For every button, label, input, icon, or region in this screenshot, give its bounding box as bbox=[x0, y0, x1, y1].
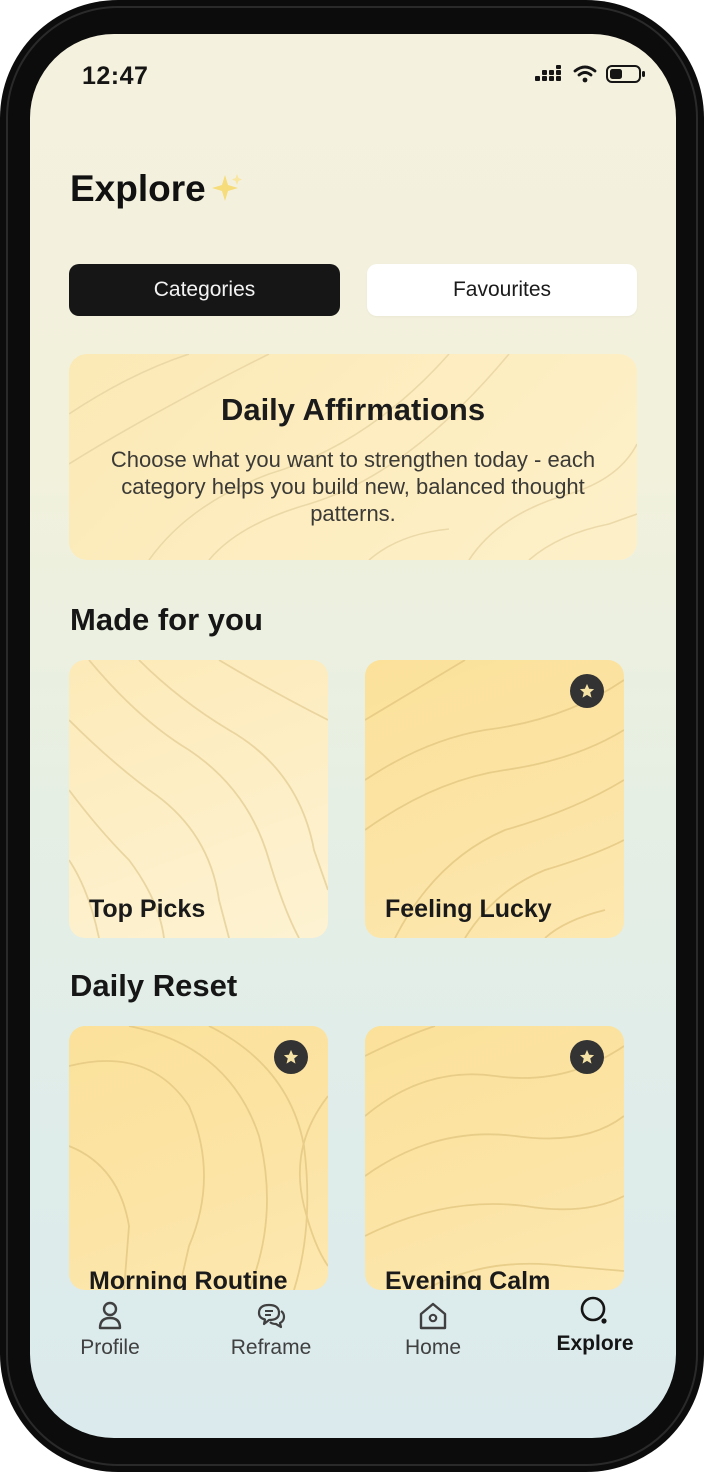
category-card-evening-calm[interactable]: Evening Calm bbox=[365, 1026, 624, 1290]
phone-frame: 12:47 Explore Categories Favourites Dail… bbox=[0, 0, 704, 1472]
card-label: Top Picks bbox=[89, 895, 206, 923]
category-card-feeling-lucky[interactable]: Feeling Lucky bbox=[365, 660, 624, 938]
signal-icon bbox=[535, 65, 561, 81]
card-label: Morning Routine bbox=[89, 1267, 288, 1290]
star-icon bbox=[283, 1049, 299, 1064]
sparkles-icon bbox=[211, 174, 242, 201]
tab-categories[interactable]: Categories bbox=[69, 264, 340, 316]
favourite-star-button[interactable] bbox=[274, 1040, 308, 1074]
nav-explore-label: Explore bbox=[556, 1332, 634, 1355]
card-label: Feeling Lucky bbox=[385, 895, 552, 923]
tab-categories-label: Categories bbox=[153, 278, 256, 301]
daily-affirmations-banner: Daily Affirmations Choose what you want … bbox=[69, 354, 637, 560]
profile-icon bbox=[98, 1301, 122, 1330]
nav-explore[interactable]: Explore bbox=[530, 1296, 660, 1356]
nav-profile[interactable]: Profile bbox=[45, 1300, 175, 1360]
nav-profile-label: Profile bbox=[80, 1336, 140, 1359]
home-icon bbox=[419, 1302, 447, 1330]
chat-bubbles-icon bbox=[257, 1303, 286, 1329]
nav-home-label: Home bbox=[404, 1336, 462, 1359]
wifi-icon bbox=[573, 65, 597, 83]
tab-bar: Categories Favourites bbox=[69, 264, 637, 316]
nav-reframe[interactable]: Reframe bbox=[206, 1300, 336, 1360]
card-label: Evening Calm bbox=[385, 1267, 551, 1290]
status-time: 12:47 bbox=[82, 62, 149, 90]
page-title: Explore bbox=[70, 168, 244, 210]
bottom-nav: Profile Reframe Home Explore bbox=[30, 1290, 676, 1438]
search-icon bbox=[580, 1296, 607, 1324]
section-title-daily-reset: Daily Reset bbox=[70, 968, 238, 1003]
app-screen: 12:47 Explore Categories Favourites Dail… bbox=[30, 34, 676, 1438]
tab-favourites[interactable]: Favourites bbox=[367, 264, 637, 316]
section-title-made-for-you: Made for you bbox=[70, 602, 263, 637]
tab-favourites-label: Favourites bbox=[452, 278, 552, 301]
status-bar: 12:47 bbox=[30, 34, 676, 114]
nav-reframe-label: Reframe bbox=[230, 1336, 312, 1359]
category-card-morning-routine[interactable]: Morning Routine bbox=[69, 1026, 328, 1290]
battery-icon bbox=[606, 65, 645, 83]
banner-description: Choose what you want to strengthen today… bbox=[110, 447, 596, 526]
nav-home[interactable]: Home bbox=[368, 1300, 498, 1360]
status-icons bbox=[534, 64, 646, 84]
banner-title: Daily Affirmations bbox=[220, 392, 486, 427]
favourite-star-button[interactable] bbox=[570, 1040, 604, 1074]
star-icon bbox=[579, 683, 595, 698]
favourite-star-button[interactable] bbox=[570, 674, 604, 708]
category-card-top-picks[interactable]: Top Picks bbox=[69, 660, 328, 938]
page-title-text: Explore bbox=[70, 168, 206, 209]
star-icon bbox=[579, 1049, 595, 1064]
